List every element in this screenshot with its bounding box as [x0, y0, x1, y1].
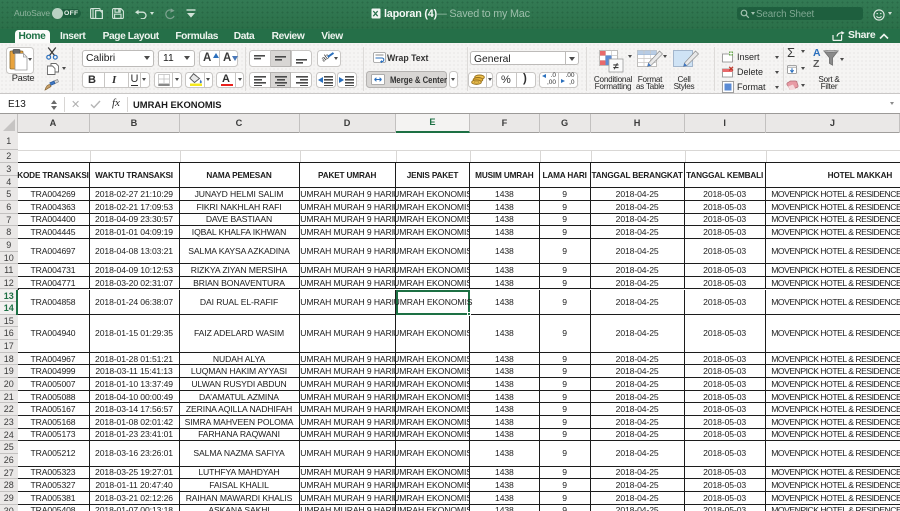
- svg-text:≠: ≠: [613, 62, 619, 73]
